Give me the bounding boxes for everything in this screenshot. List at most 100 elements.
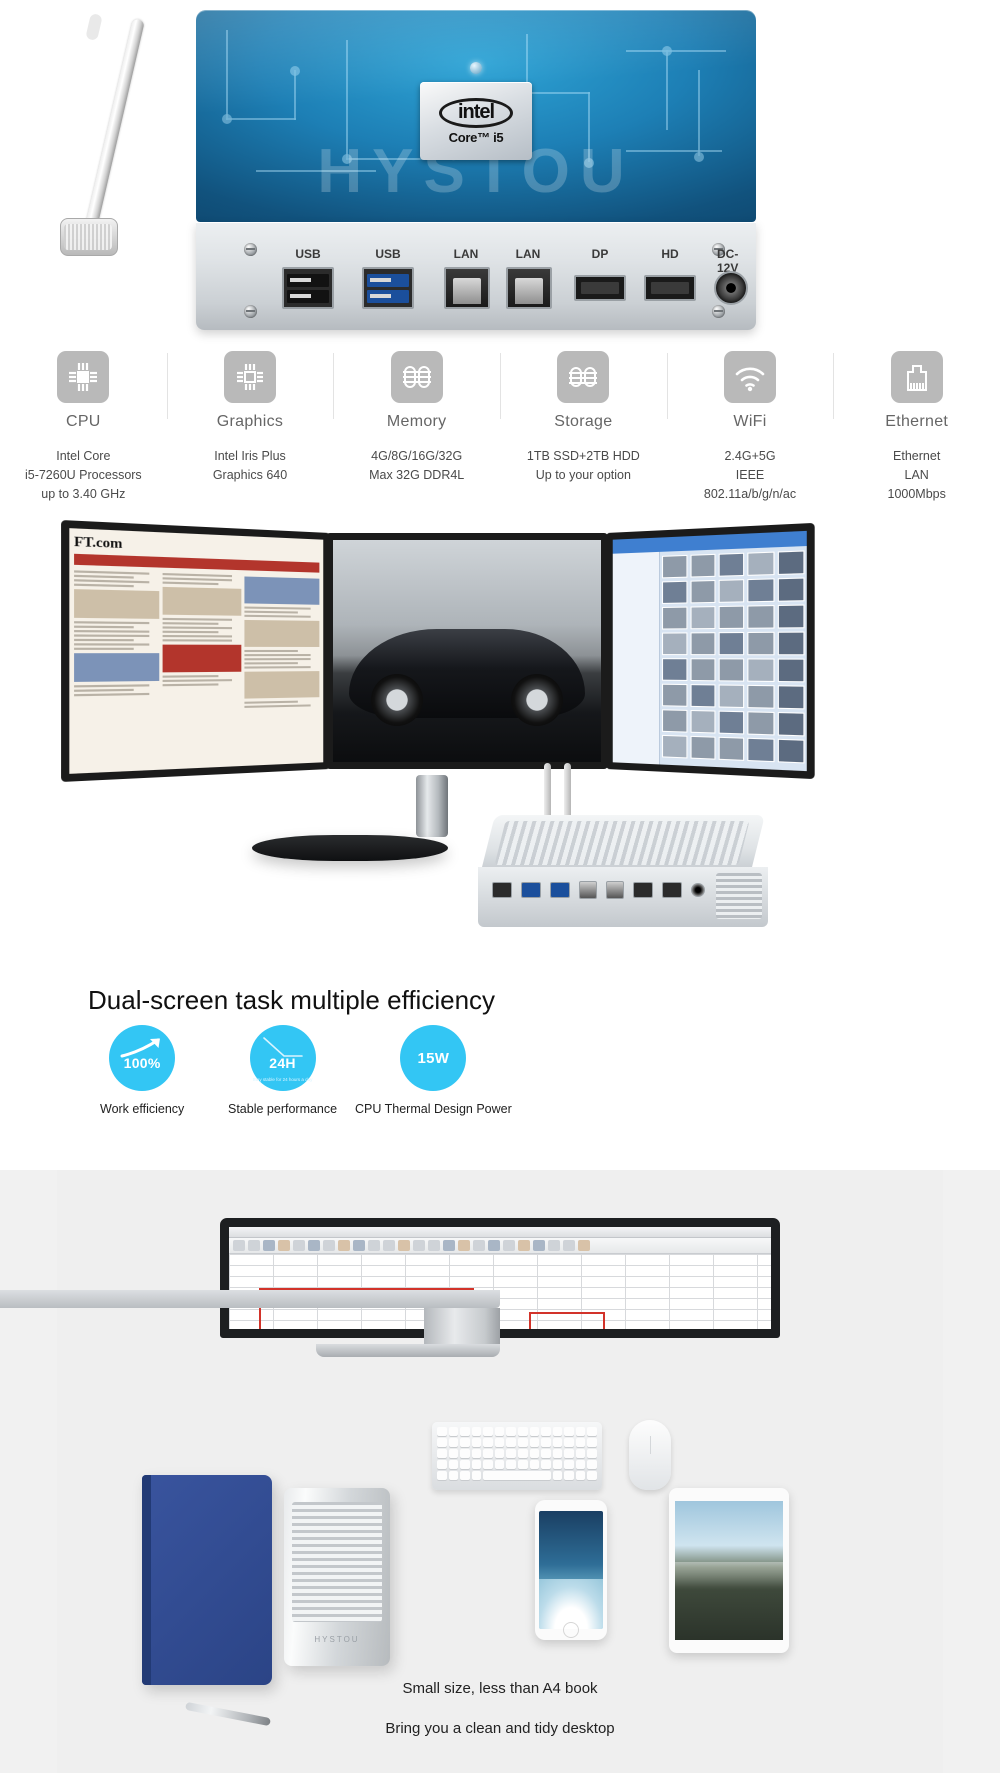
arrow-up-curve-icon (120, 1037, 164, 1059)
antenna-rod (84, 18, 145, 233)
thumbnail (690, 736, 715, 760)
desktop-backdrop: HYSTOU Small size, less than A4 book Bri… (57, 1170, 943, 1773)
toolbar-button (248, 1240, 260, 1251)
toolbar-button (233, 1240, 245, 1251)
displayport-port (574, 275, 626, 301)
thumbnail (662, 581, 687, 604)
thumbnail (719, 579, 745, 603)
usb3-port (550, 882, 570, 898)
news-website-screenshot: FT.com (69, 528, 323, 774)
hdmi-port (644, 275, 696, 301)
badge-work-efficiency: 100% Work efficiency (100, 1025, 184, 1116)
spec-title: CPU (66, 413, 101, 431)
sports-car-wallpaper (333, 540, 601, 762)
port-row (196, 267, 756, 313)
mini-pc-side-vents (716, 873, 762, 919)
spec-item-memory: Memory 4G/8G/16G/32G Max 32G DDR4L (333, 345, 500, 525)
badge-stable-performance: 24H Stay stable for 24 hours a day Stabl… (228, 1025, 337, 1116)
thumbnail (777, 632, 804, 656)
blue-notebook (142, 1475, 272, 1685)
monitor-screen (220, 1218, 780, 1338)
spec-item-ethernet: Ethernet Ethernet LAN 1000Mbps (833, 345, 1000, 525)
usb-slot (287, 290, 329, 303)
toolbar-button (368, 1240, 380, 1251)
desktop-scene-section: HYSTOU Small size, less than A4 book Bri… (0, 1170, 1000, 1773)
wireless-mouse (629, 1420, 671, 1490)
spec-feature-row: CPU Intel Core i5-7260U Processors up to… (0, 345, 1000, 525)
monitor-stand-neck (416, 775, 448, 837)
mini-pc-heatsink-fins (495, 821, 750, 865)
home-button[interactable] (563, 1622, 579, 1638)
storage-icon (557, 351, 609, 403)
status-led (470, 62, 482, 74)
port-label-row: USB USB LAN LAN DP HD DC-12V (196, 247, 756, 265)
smartphone (535, 1500, 607, 1640)
toolbar-button (338, 1240, 350, 1251)
thumbnail (748, 578, 774, 602)
toolbar-button (398, 1240, 410, 1251)
toolbar-button (518, 1240, 530, 1251)
thumbnail (748, 605, 774, 629)
toolbar-button (278, 1240, 290, 1251)
dual-screen-section: FT.com Dual-screen task multiple efficie… (0, 525, 1000, 1025)
thumbnail (662, 735, 687, 759)
thumbnail (662, 684, 687, 707)
thumbnail (748, 658, 774, 682)
spec-item-cpu: CPU Intel Core i5-7260U Processors up to… (0, 345, 167, 525)
toolbar-button (293, 1240, 305, 1251)
tablet (669, 1488, 789, 1653)
mini-pc-brand-logo: HYSTOU (284, 1635, 390, 1644)
spec-item-graphics: Graphics Intel Iris Plus Graphics 640 (167, 345, 334, 525)
news-column (245, 573, 320, 710)
spec-title: Memory (387, 413, 447, 431)
thumbnail (662, 709, 687, 732)
news-columns (74, 568, 319, 714)
thumbnail (777, 577, 804, 601)
usb-slot (367, 290, 409, 303)
hdmi-port (662, 882, 682, 898)
thumbnail (662, 632, 687, 655)
toolbar-button (473, 1240, 485, 1251)
mini-pc-secondary (478, 815, 768, 933)
usb-slot (287, 274, 329, 287)
toolbar-button (323, 1240, 335, 1251)
badge-label: CPU Thermal Design Power (355, 1102, 512, 1116)
monitor-center (326, 533, 608, 769)
spec-description: Ethernet LAN 1000Mbps (888, 447, 946, 503)
port-label-hd: HD (661, 247, 678, 261)
intel-cpu-badge: intel Core™ i5 (420, 82, 532, 160)
thumbnail (748, 632, 774, 656)
explorer-titlebar (613, 531, 807, 554)
port-label-dp: DP (592, 247, 609, 261)
intel-logo: intel (439, 98, 513, 128)
thumbnail (690, 554, 715, 578)
thumbnail (662, 555, 687, 578)
thumbnail (662, 658, 687, 681)
thumbnail (748, 685, 774, 709)
thumbnail (748, 711, 774, 735)
spreadsheet-toolbar (229, 1238, 771, 1254)
badge-circle: 100% (109, 1025, 175, 1091)
spec-title: Storage (554, 413, 612, 431)
tablet-screen (675, 1501, 783, 1640)
spec-title: Graphics (217, 413, 283, 431)
thumbnail (690, 710, 715, 734)
thumbnail (719, 658, 745, 681)
spec-description: 4G/8G/16G/32G Max 32G DDR4L (369, 447, 464, 485)
monitor-left: FT.com (61, 520, 330, 782)
thumbnail (690, 684, 715, 707)
spec-description: Intel Core i5-7260U Processors up to 3.4… (25, 447, 142, 503)
usb3-port (521, 882, 541, 898)
usb-slot (367, 274, 409, 287)
phone-screen (539, 1511, 603, 1629)
thumbnail (719, 606, 745, 629)
spec-item-wifi: WiFi 2.4G+5G IEEE 802.11a/b/g/n/ac (667, 345, 834, 525)
thumbnail (690, 658, 715, 681)
badge-label: Stable performance (228, 1102, 337, 1116)
spec-title: Ethernet (885, 413, 948, 431)
badge-subtext: Stay stable for 24 hours a day (250, 1077, 316, 1082)
lan-port (579, 881, 597, 899)
toolbar-button (308, 1240, 320, 1251)
port-label-usb-1: USB (295, 247, 320, 261)
thumbnail (777, 712, 804, 736)
